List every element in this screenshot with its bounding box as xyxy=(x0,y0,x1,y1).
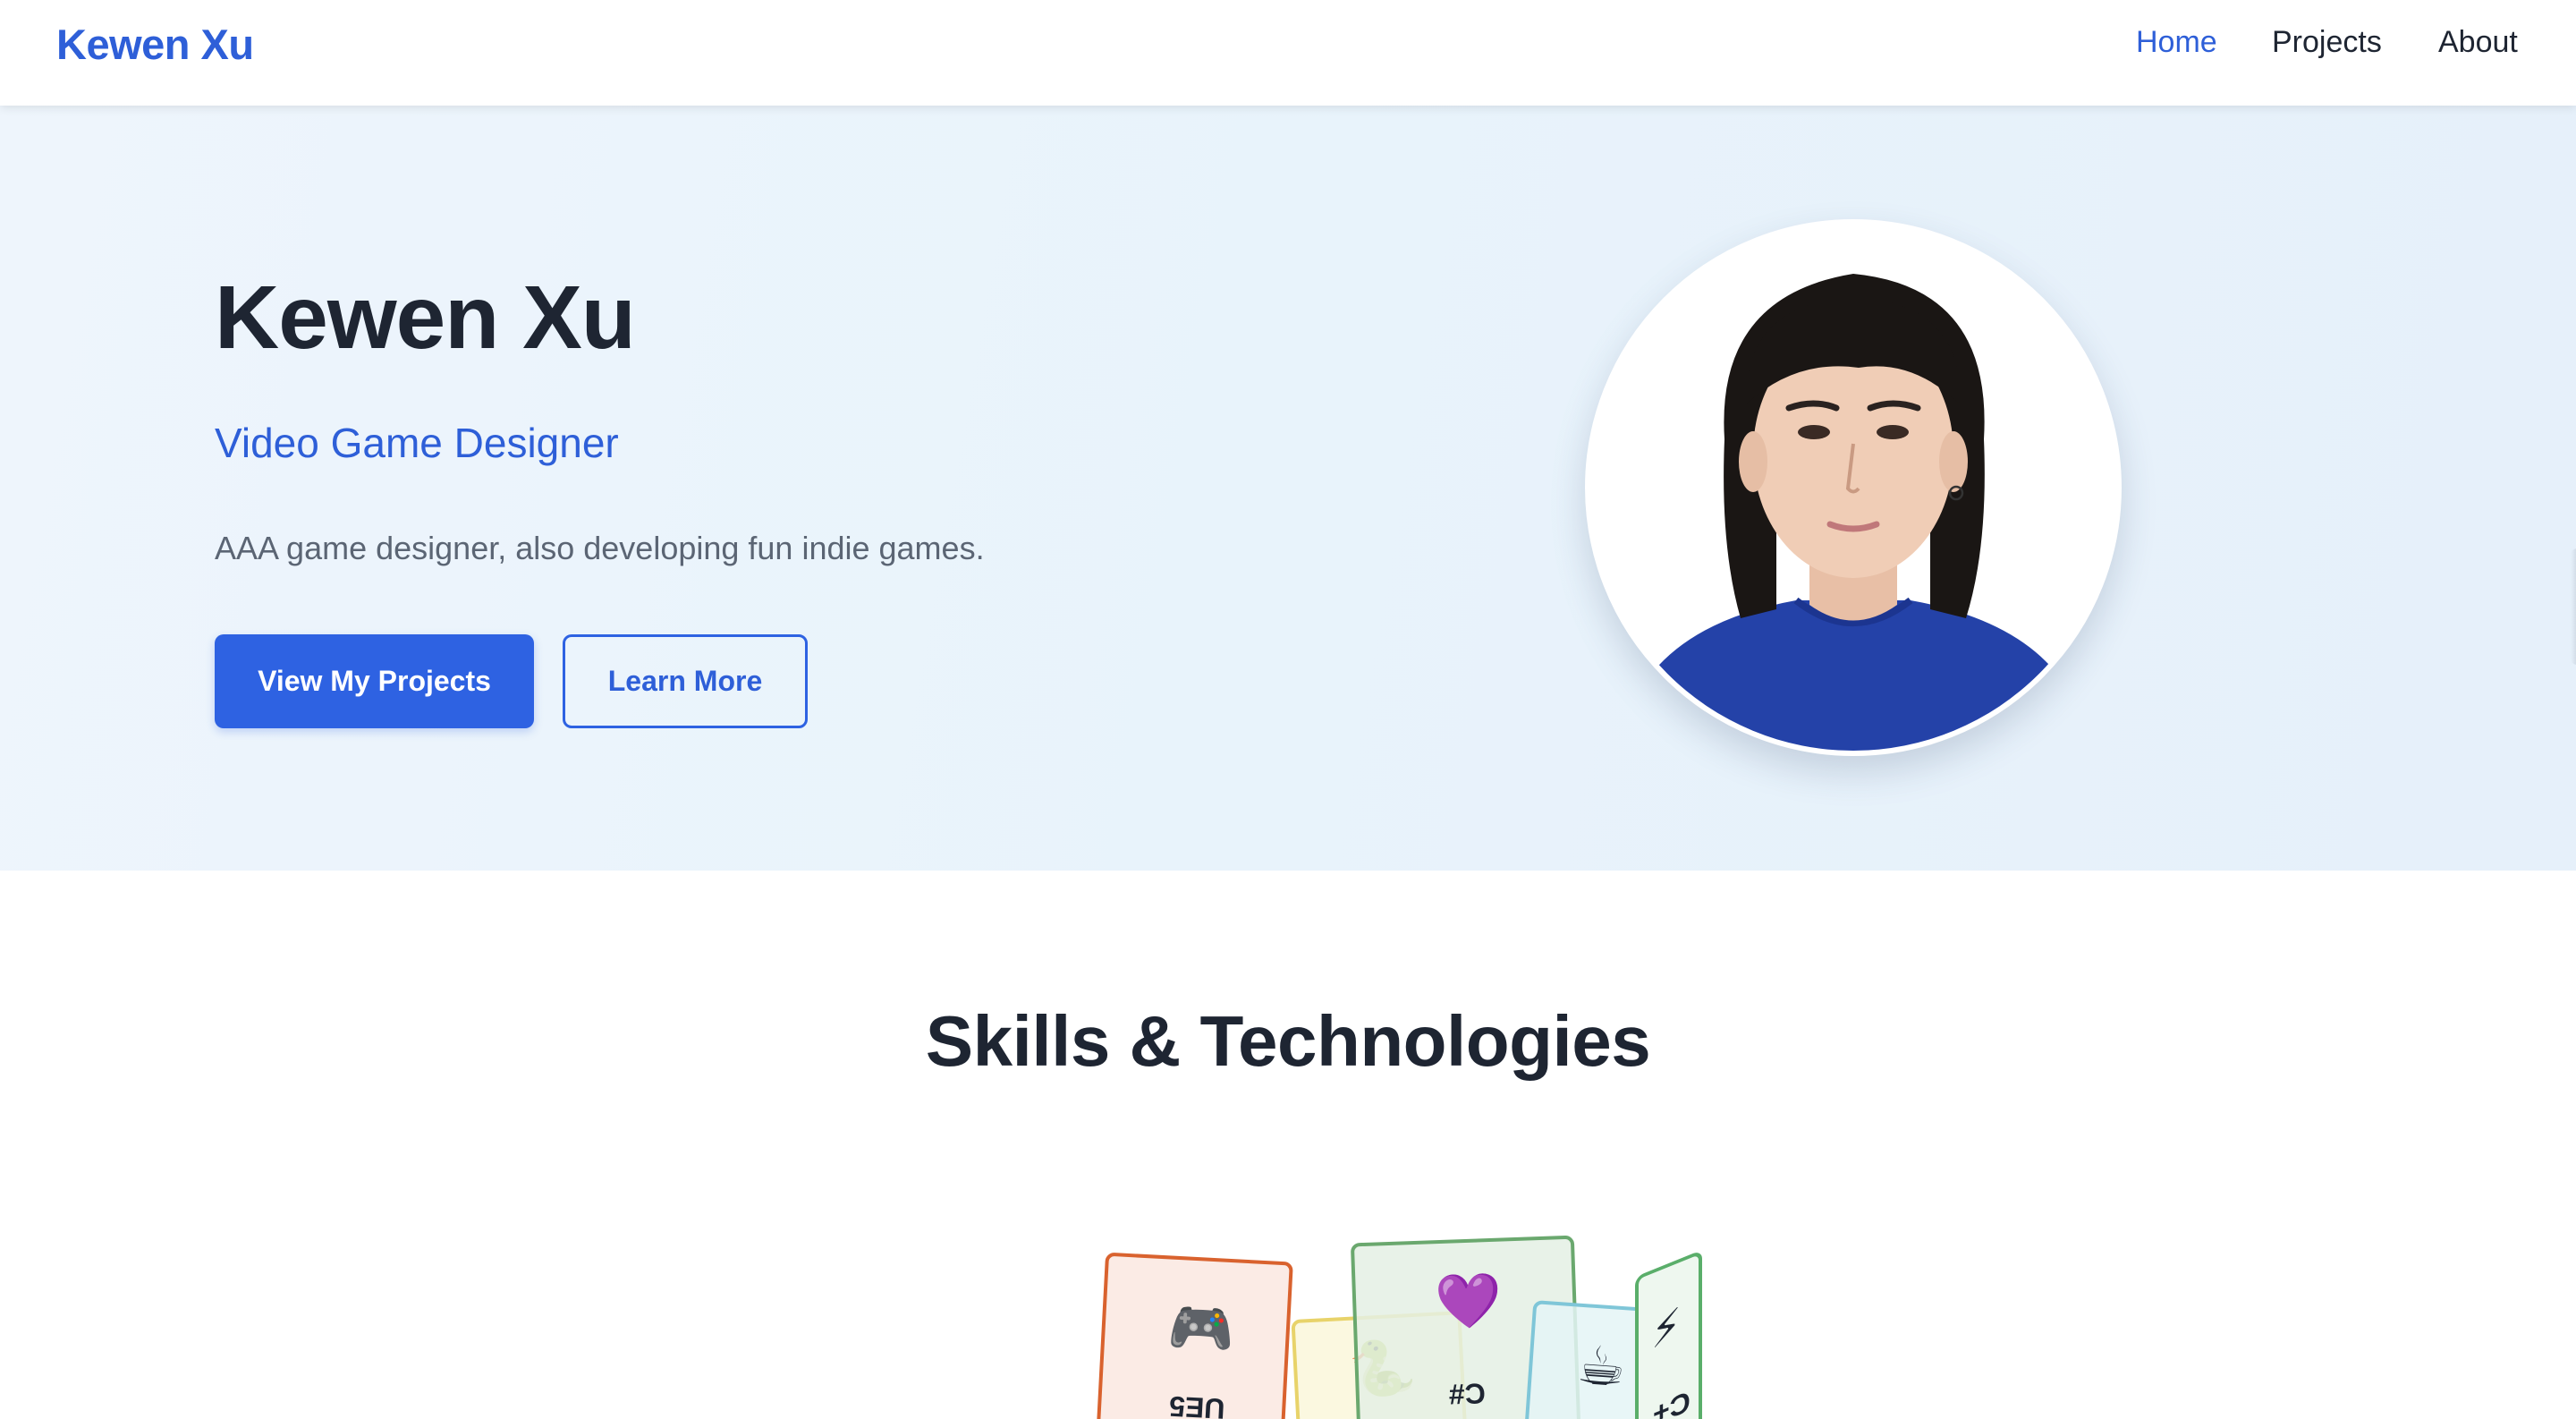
skill-card-label: UE5 xyxy=(1168,1389,1226,1419)
navbar: Kewen Xu Home Projects About xyxy=(0,0,2576,106)
profile-portrait-icon xyxy=(1590,225,2116,751)
nav-link-home[interactable]: Home xyxy=(2136,25,2217,60)
skill-card-label: C# xyxy=(1448,1377,1487,1411)
skill-card-ue5[interactable]: 🎮 UE5 xyxy=(1095,1252,1293,1419)
hero-title: Kewen Xu xyxy=(215,268,636,368)
purple-heart-icon: 💜 xyxy=(1434,1270,1504,1333)
edge-scroll-shadow xyxy=(2571,548,2576,665)
view-projects-button[interactable]: View My Projects xyxy=(215,634,534,728)
learn-more-button[interactable]: Learn More xyxy=(563,634,808,728)
hero-description: AAA game designer, also developing fun i… xyxy=(215,530,985,566)
hero-subtitle: Video Game Designer xyxy=(215,420,619,466)
brand-logo[interactable]: Kewen Xu xyxy=(56,20,254,69)
lightning-icon: ⚡ xyxy=(1651,1299,1682,1359)
profile-avatar xyxy=(1585,219,2122,756)
skills-title: Skills & Technologies xyxy=(925,1001,1651,1081)
game-controller-icon: 🎮 xyxy=(1166,1296,1237,1361)
nav-link-about[interactable]: About xyxy=(2438,25,2518,60)
hero-section: Kewen Xu Video Game Designer AAA game de… xyxy=(0,106,2576,871)
skill-card-cpp[interactable]: ⚡ C+ xyxy=(1635,1249,1702,1419)
nav-link-projects[interactable]: Projects xyxy=(2272,25,2382,60)
coffee-icon: ☕ xyxy=(1575,1334,1628,1398)
skill-card-label: C+ xyxy=(1653,1384,1690,1419)
